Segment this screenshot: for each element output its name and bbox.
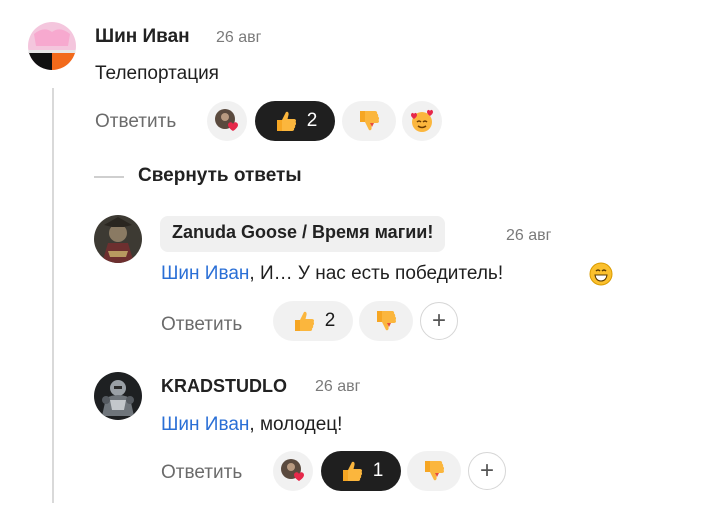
thread-line — [52, 88, 54, 503]
comment-text: Телепортация — [95, 63, 219, 84]
reply-body: , молодец! — [249, 414, 343, 435]
smiling-hearts-emoji-icon — [408, 107, 436, 135]
comment-date: 26 авг — [216, 29, 262, 46]
reply-text: Шин Иван, молодец! — [161, 414, 342, 436]
reply-date: 26 авг — [315, 378, 361, 395]
reaction-count: 1 — [372, 460, 384, 481]
thumbs-down-icon — [373, 308, 399, 334]
plus-icon: + — [431, 307, 446, 334]
grinning-emoji-icon — [588, 261, 614, 287]
reply-button[interactable]: Ответить — [161, 462, 242, 484]
avatar-heart-reaction-icon — [214, 108, 240, 134]
reaction-smiling-hearts[interactable] — [402, 101, 442, 141]
reply-body: , И… У нас есть победитель! — [249, 263, 504, 284]
reaction-thumbs-up[interactable]: 1 — [321, 451, 401, 491]
collapse-replies-button[interactable]: Свернуть ответы — [138, 165, 302, 187]
reply-date: 26 авг — [506, 227, 552, 244]
mention-link[interactable]: Шин Иван — [161, 263, 249, 284]
avatar[interactable] — [94, 372, 142, 420]
reaction-thumbs-up[interactable]: 2 — [273, 301, 353, 341]
comment-author[interactable]: Шин Иван — [95, 26, 190, 48]
reaction-thumbs-up[interactable]: 2 — [255, 101, 335, 141]
thumbs-down-icon — [356, 108, 382, 134]
thumbs-up-icon — [339, 458, 365, 484]
reply-button[interactable]: Ответить — [161, 314, 242, 336]
avatar[interactable] — [94, 215, 142, 263]
add-reaction-button[interactable]: + — [468, 452, 506, 490]
avatar[interactable] — [28, 22, 76, 70]
reaction-avatar-heart[interactable] — [273, 451, 313, 491]
reaction-count: 2 — [324, 310, 336, 331]
reply-author[interactable]: KRADSTUDLO — [161, 376, 287, 397]
thumbs-up-icon — [291, 308, 317, 334]
reaction-thumbs-down[interactable] — [359, 301, 413, 341]
reaction-count: 2 — [306, 110, 318, 131]
author-badge[interactable]: Zanuda Goose / Время магии! — [160, 216, 446, 252]
reply-text: Шин Иван, И… У нас есть победитель! — [161, 263, 503, 285]
avatar-heart-reaction-icon — [280, 458, 306, 484]
add-reaction-button[interactable]: + — [420, 302, 458, 340]
mention-link[interactable]: Шин Иван — [161, 414, 249, 435]
reaction-avatar-heart[interactable] — [207, 101, 247, 141]
reaction-thumbs-down[interactable] — [407, 451, 461, 491]
thumbs-down-icon — [421, 458, 447, 484]
reply-button[interactable]: Ответить — [95, 111, 176, 133]
reply-author[interactable]: Zanuda Goose / Время магии! — [172, 222, 433, 242]
collapse-dash — [94, 176, 124, 178]
reaction-thumbs-down[interactable] — [342, 101, 396, 141]
plus-icon: + — [479, 457, 494, 484]
thumbs-up-icon — [273, 108, 299, 134]
